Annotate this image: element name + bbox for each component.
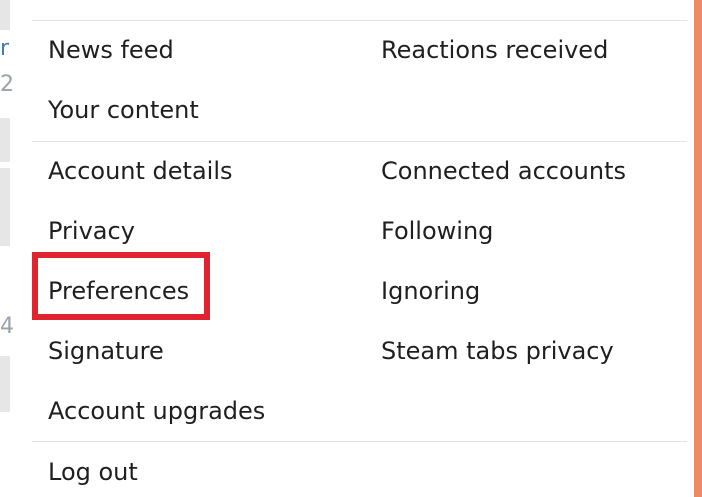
preferences-highlight-box [32, 252, 210, 320]
menu-item-account-upgrades[interactable]: Account upgrades [48, 399, 265, 423]
menu-item-news-feed[interactable]: News feed [48, 38, 174, 62]
menu-item-ignoring[interactable]: Ignoring [381, 279, 480, 303]
menu-divider [32, 141, 687, 142]
right-accent-strip [694, 0, 702, 497]
menu-item-log-out[interactable]: Log out [48, 460, 138, 484]
menu-item-signature[interactable]: Signature [48, 339, 164, 363]
menu-item-reactions-received[interactable]: Reactions received [381, 38, 608, 62]
background-text-fragment: r [0, 36, 10, 61]
menu-item-following[interactable]: Following [381, 219, 493, 243]
menu-item-privacy[interactable]: Privacy [48, 219, 135, 243]
background-shade [0, 168, 10, 246]
menu-divider [32, 20, 687, 21]
menu-item-your-content[interactable]: Your content [48, 98, 199, 122]
background-shade [0, 118, 10, 162]
menu-item-steam-tabs-privacy[interactable]: Steam tabs privacy [381, 339, 614, 363]
background-text-fragment: 2 [0, 72, 14, 97]
background-page-edge: r 2 4 [0, 0, 14, 497]
account-menu-screenshot: r 2 4 News feed Your content Reactions r… [0, 0, 702, 497]
menu-item-account-details[interactable]: Account details [48, 159, 233, 183]
background-shade [0, 356, 10, 412]
background-text-fragment: 4 [0, 314, 14, 339]
menu-item-connected-accounts[interactable]: Connected accounts [381, 159, 626, 183]
menu-divider [32, 441, 687, 442]
account-dropdown-menu: News feed Your content Reactions receive… [18, 0, 694, 497]
background-shade [0, 0, 10, 30]
